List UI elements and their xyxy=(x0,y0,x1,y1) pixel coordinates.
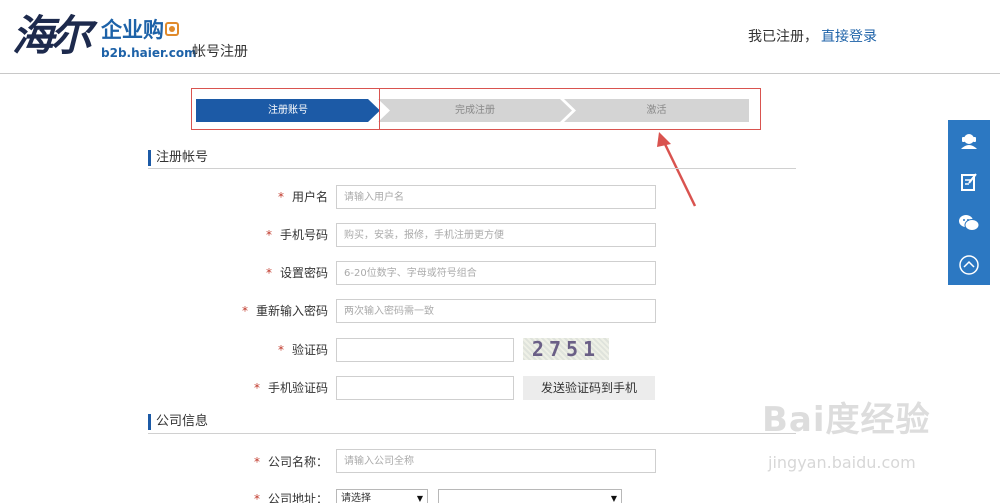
annotation-arrow-icon xyxy=(657,132,697,207)
city-select[interactable]: ▼ xyxy=(438,489,622,503)
captcha-image[interactable]: 2751 xyxy=(523,338,609,360)
company-address-label: * 公司地址： xyxy=(254,491,328,503)
floating-sidebar xyxy=(948,120,990,285)
confirm-password-label: * 重新输入密码 xyxy=(241,304,328,318)
customer-service-icon xyxy=(961,133,977,149)
phone-input[interactable] xyxy=(336,223,656,247)
required-mark: * xyxy=(265,228,272,242)
wechat-button[interactable] xyxy=(948,202,990,243)
watermark-main: Bai度经验 xyxy=(762,400,931,440)
section-title-company-info: 公司信息 xyxy=(148,414,208,430)
section-divider xyxy=(148,168,796,169)
sms-code-input[interactable] xyxy=(336,376,514,400)
b2b-logo-brand: 企业购 xyxy=(101,18,164,42)
password-label: * 设置密码 xyxy=(265,266,328,280)
required-mark: * xyxy=(277,343,284,357)
watermark-url: jingyan.baidu.com xyxy=(768,453,916,472)
username-input[interactable] xyxy=(336,185,656,209)
captcha-input[interactable] xyxy=(336,338,514,362)
feedback-button[interactable] xyxy=(948,161,990,202)
b2b-logo-text[interactable]: 企业购 xyxy=(101,18,179,42)
required-mark: * xyxy=(277,190,284,204)
section-title-register-account: 注册帐号 xyxy=(148,150,208,166)
haier-logo-script[interactable]: 海尔 xyxy=(12,14,92,58)
required-mark: * xyxy=(265,266,272,280)
baidu-jingyan-watermark: Bai度经验 jingyan.baidu.com xyxy=(762,400,992,480)
send-sms-code-button[interactable]: 发送验证码到手机 xyxy=(523,376,655,400)
logo-url: b2b.haier.com xyxy=(101,46,197,60)
required-mark: * xyxy=(241,304,248,318)
sms-code-label: * 手机验证码 xyxy=(253,381,328,395)
chevron-down-icon: ▼ xyxy=(610,494,617,503)
phone-label: * 手机号码 xyxy=(265,228,328,242)
customer-service-button[interactable] xyxy=(948,120,990,161)
edit-form-icon xyxy=(961,172,977,191)
page-subtitle: 帐号注册 xyxy=(192,44,248,60)
captcha-label: * 验证码 xyxy=(277,343,328,357)
username-label: * 用户名 xyxy=(277,190,328,204)
confirm-password-input[interactable] xyxy=(336,299,656,323)
back-to-top-icon xyxy=(959,254,979,275)
direct-login-link[interactable]: 直接登录 xyxy=(821,29,877,45)
page-header: 海尔 企业购 b2b.haier.com 帐号注册 我已注册， 直接登录 xyxy=(0,0,1000,74)
chevron-down-icon: ▼ xyxy=(416,494,423,503)
login-prompt: 我已注册， xyxy=(748,29,818,45)
logo-badge-icon xyxy=(165,22,179,36)
required-mark: * xyxy=(253,455,260,469)
active-step-highlight-frame xyxy=(191,88,380,130)
company-name-label: * 公司名称： xyxy=(253,455,328,469)
required-mark: * xyxy=(253,492,260,503)
required-mark: * xyxy=(253,381,260,395)
company-name-input[interactable] xyxy=(336,449,656,473)
section-divider xyxy=(148,433,796,434)
back-to-top-button[interactable] xyxy=(948,244,990,285)
wechat-icon xyxy=(959,214,980,231)
province-select[interactable]: 请选择 ▼ xyxy=(336,489,428,503)
password-input[interactable] xyxy=(336,261,656,285)
